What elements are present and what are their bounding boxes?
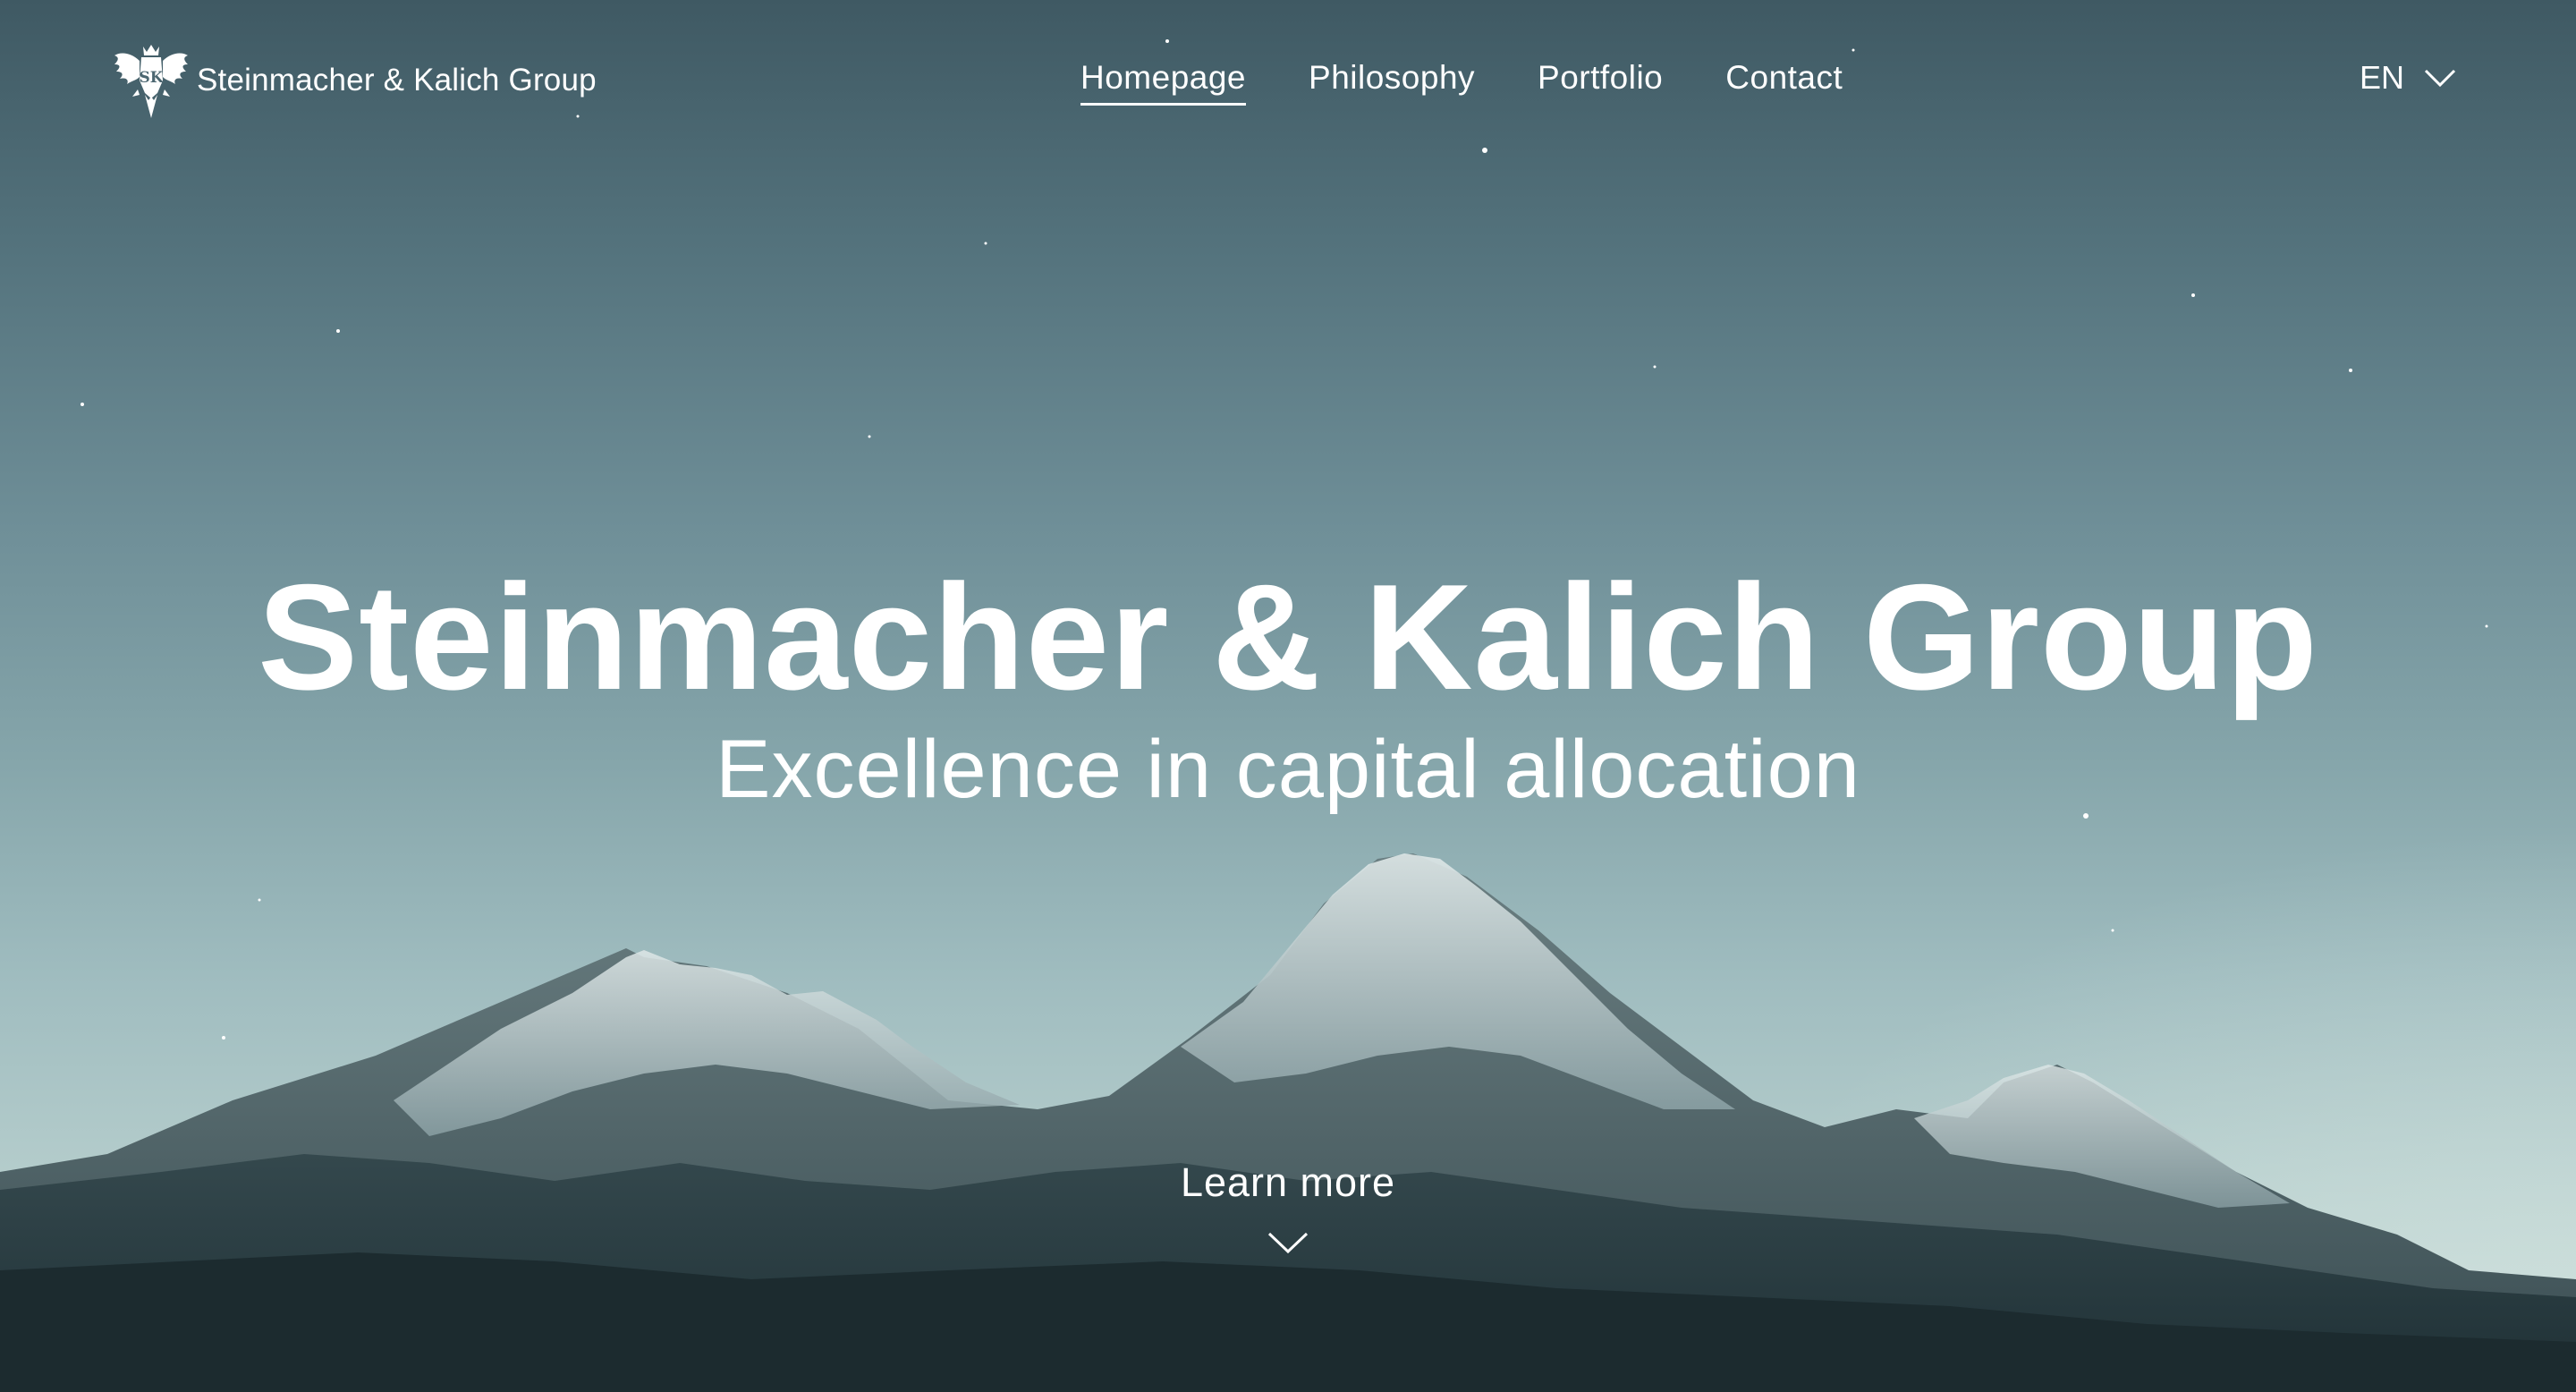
brand-link[interactable]: SK Steinmacher & Kalich Group [113,41,597,120]
nav-item-homepage[interactable]: Homepage [1080,59,1247,106]
svg-text:SK: SK [139,69,164,87]
nav-item-portfolio[interactable]: Portfolio [1538,59,1663,104]
top-navigation: SK Steinmacher & Kalich Group Homepage P… [0,0,2576,161]
eagle-crest-icon: SK [114,45,188,118]
nav-item-contact[interactable]: Contact [1725,59,1843,104]
language-selector[interactable]: EN [2360,59,2456,97]
language-label: EN [2359,59,2404,96]
learn-more-button[interactable]: Learn more [0,1159,2576,1254]
hero-subtitle: Excellence in capital allocation [716,724,1860,815]
chevron-down-icon [2424,69,2456,88]
main-menu: Homepage Philosophy Portfolio Contact [1080,59,1843,106]
nav-item-philosophy[interactable]: Philosophy [1309,59,1475,104]
chevron-down-icon [1267,1232,1309,1254]
page: SK Steinmacher & Kalich Group Homepage P… [0,0,2576,1392]
brand-name: Steinmacher & Kalich Group [197,63,597,98]
hero-title: Steinmacher & Kalich Group [258,553,2318,721]
learn-more-label: Learn more [1180,1159,1396,1205]
